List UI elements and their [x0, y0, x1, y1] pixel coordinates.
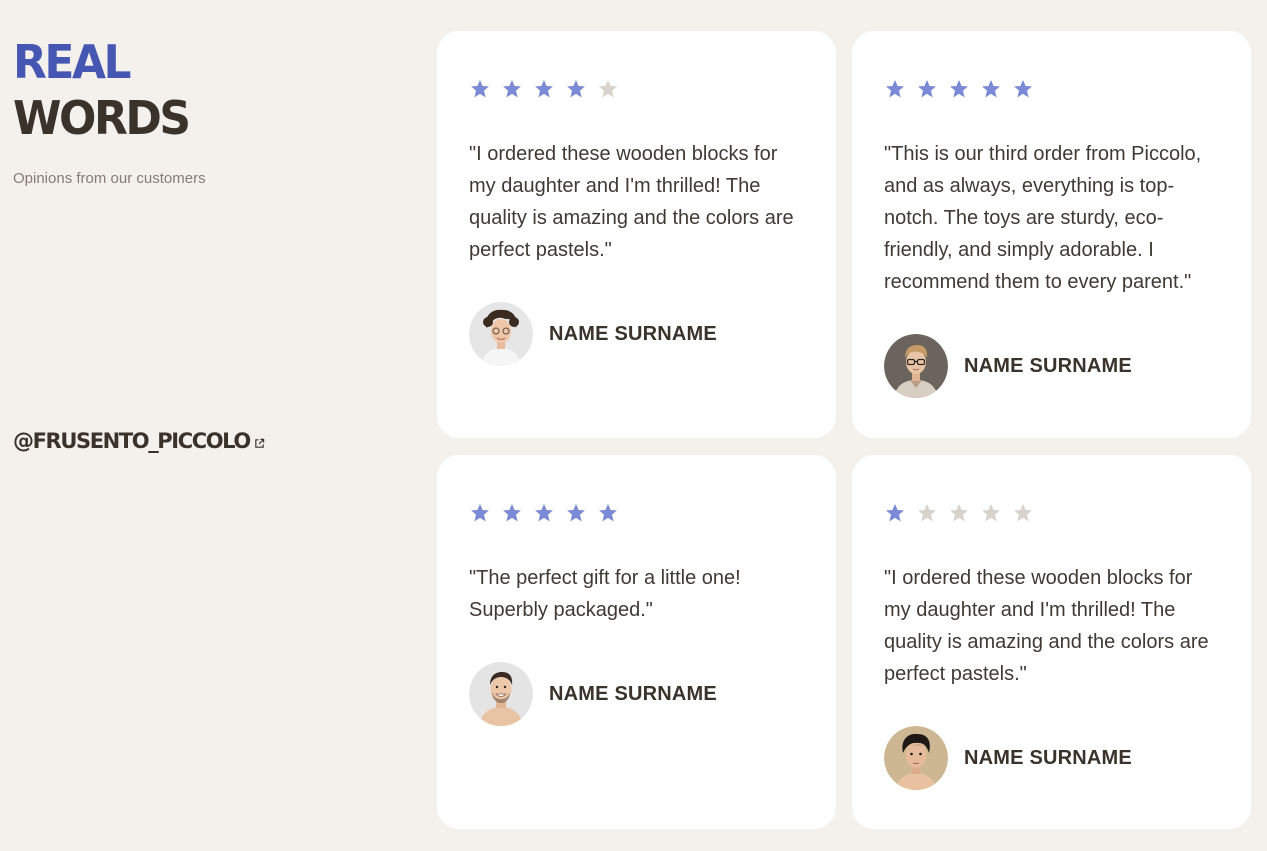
- review-author: NAME SURNAME: [884, 726, 1219, 790]
- review-card: "I ordered these wooden blocks for my da…: [852, 455, 1251, 829]
- star-filled-icon: [886, 80, 904, 98]
- star-filled-icon: [535, 504, 553, 522]
- star-filled-icon: [918, 80, 936, 98]
- star-filled-icon: [535, 80, 553, 98]
- external-link-icon: [255, 438, 265, 448]
- review-quote: "This is our third order from Piccolo, a…: [884, 143, 1202, 293]
- star-filled-icon: [471, 80, 489, 98]
- handle-text: @FRUSENTO_PICCOLO: [13, 429, 251, 453]
- author-name: NAME SURNAME: [549, 682, 717, 705]
- star-empty-icon: [982, 504, 1000, 522]
- review-card: "This is our third order from Piccolo, a…: [852, 31, 1251, 438]
- star-filled-icon: [503, 504, 521, 522]
- review-author: NAME SURNAME: [469, 302, 804, 366]
- avatar: [884, 726, 948, 790]
- review-quote: "I ordered these wooden blocks for my da…: [884, 567, 1209, 685]
- star-filled-icon: [567, 504, 585, 522]
- star-rating: [885, 503, 1219, 525]
- star-filled-icon: [471, 504, 489, 522]
- page-title: REAL WORDS: [13, 34, 413, 146]
- star-filled-icon: [886, 504, 904, 522]
- avatar: [469, 662, 533, 726]
- star-filled-icon: [599, 504, 617, 522]
- star-rating: [470, 79, 804, 101]
- star-empty-icon: [1014, 504, 1032, 522]
- star-filled-icon: [567, 80, 585, 98]
- star-filled-icon: [1014, 80, 1032, 98]
- star-empty-icon: [950, 504, 968, 522]
- author-name: NAME SURNAME: [964, 354, 1132, 377]
- star-empty-icon: [918, 504, 936, 522]
- star-filled-icon: [950, 80, 968, 98]
- star-rating: [885, 79, 1219, 101]
- instagram-handle-link[interactable]: @FRUSENTO_PICCOLO: [13, 429, 265, 453]
- review-quote: "The perfect gift for a little one! Supe…: [469, 567, 741, 621]
- testimonials-section: REAL WORDS Opinions from our customers @…: [0, 0, 1267, 851]
- review-quote: "I ordered these wooden blocks for my da…: [469, 143, 794, 261]
- intro-block: REAL WORDS Opinions from our customers: [13, 34, 413, 187]
- author-name: NAME SURNAME: [549, 322, 717, 345]
- title-line-real: REAL: [13, 36, 132, 90]
- star-filled-icon: [982, 80, 1000, 98]
- avatar: [884, 334, 948, 398]
- review-author: NAME SURNAME: [884, 334, 1219, 398]
- review-card: "I ordered these wooden blocks for my da…: [437, 31, 836, 438]
- avatar: [469, 302, 533, 366]
- review-card: "The perfect gift for a little one! Supe…: [437, 455, 836, 829]
- review-author: NAME SURNAME: [469, 662, 804, 726]
- title-line-words: WORDS: [13, 92, 191, 146]
- star-empty-icon: [599, 80, 617, 98]
- star-rating: [470, 503, 804, 525]
- star-filled-icon: [503, 80, 521, 98]
- author-name: NAME SURNAME: [964, 746, 1132, 769]
- subtitle: Opinions from our customers: [13, 170, 206, 187]
